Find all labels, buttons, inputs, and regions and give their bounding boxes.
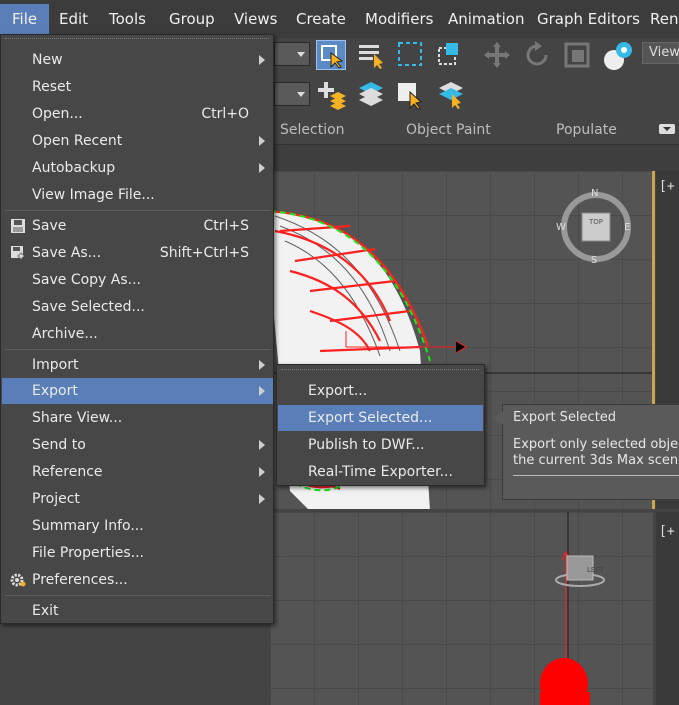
toggle-selection-tool[interactable]	[396, 80, 426, 110]
menu-item-save[interactable]: Save Ctrl+S	[2, 213, 273, 239]
tooltip-divider	[513, 475, 679, 476]
menu-item-autobackup[interactable]: Autobackup	[2, 155, 273, 181]
viewport-label[interactable]: [+	[659, 524, 675, 539]
menu-item-reference[interactable]: Reference	[2, 459, 273, 485]
tooltip: Export Selected Export only selected obj…	[493, 404, 679, 500]
save-icon	[11, 219, 25, 233]
select-object-tool[interactable]	[316, 40, 346, 70]
place-icon	[604, 42, 632, 70]
submenu-item-realtime-exporter[interactable]: Real-Time Exporter...	[278, 459, 483, 485]
menu-create[interactable]: Create	[296, 10, 346, 30]
menu-item-view-image-file[interactable]: View Image File...	[2, 182, 273, 208]
viewport-label[interactable]: [+	[659, 179, 675, 194]
menu-views[interactable]: Views	[234, 10, 277, 30]
menu-rendering[interactable]: Rend	[650, 10, 679, 30]
menu-item-file-properties[interactable]: File Properties...	[2, 540, 273, 566]
viewcube-west-label: W	[556, 222, 566, 233]
scene-explorer-tool[interactable]	[436, 80, 466, 110]
menu-separator	[5, 349, 271, 350]
place-tool[interactable]	[602, 40, 632, 70]
ribbon-toggle-button[interactable]	[659, 124, 675, 134]
window-crossing-icon	[438, 43, 458, 65]
save-as-icon	[11, 246, 25, 260]
viewcube-east-label: E	[624, 222, 631, 233]
submenu-item-export-selected[interactable]: Export Selected...	[278, 405, 483, 431]
menu-separator	[5, 595, 271, 596]
rotate-tool[interactable]	[522, 40, 552, 70]
select-arrow-icon	[321, 45, 344, 69]
menu-group[interactable]: Group	[169, 10, 215, 30]
view-label: View	[649, 45, 679, 60]
menu-animation[interactable]: Animation	[448, 10, 524, 30]
menu-item-new[interactable]: New	[2, 47, 273, 73]
menu-item-open-recent[interactable]: Open Recent	[2, 128, 273, 154]
menu-tearoff	[5, 38, 269, 41]
tab-populate[interactable]: Populate	[556, 122, 617, 138]
move-icon	[484, 42, 510, 68]
file-menu: New Reset Open... Ctrl+O Open Recent Auto…	[0, 34, 274, 624]
tooltip-body-line: the current 3ds Max scene.	[513, 453, 679, 468]
menu-item-save-copy-as[interactable]: Save Copy As...	[2, 267, 273, 293]
rotate-icon	[526, 41, 548, 66]
tooltip-title: Export Selected	[513, 410, 617, 425]
menu-item-share-view[interactable]: Share View...	[2, 405, 273, 431]
menu-item-open[interactable]: Open... Ctrl+O	[2, 101, 273, 127]
menu-modifiers[interactable]: Modifiers	[365, 10, 433, 30]
rect-select-icon	[398, 42, 422, 66]
main-toolbar: View	[270, 38, 679, 118]
create-selection-set-tool[interactable]	[316, 80, 346, 110]
menu-item-exit[interactable]: Exit	[2, 598, 273, 624]
viewcube-north-label: N	[591, 188, 599, 199]
viewcube-face-label: TOP	[589, 218, 604, 226]
menu-item-send-to[interactable]: Send to	[2, 432, 273, 458]
menu-item-save-selected[interactable]: Save Selected...	[2, 294, 273, 320]
plus-layers-icon	[318, 82, 346, 110]
ribbon-tabs: Selection Object Paint Populate	[270, 118, 679, 145]
rectangular-selection-tool[interactable]	[396, 40, 426, 70]
menu-item-summary-info[interactable]: Summary Info...	[2, 513, 273, 539]
viewport-right-bottom[interactable]: [+	[656, 512, 679, 705]
select-by-name-tool[interactable]	[356, 40, 386, 70]
scale-icon	[564, 42, 590, 68]
viewcube-left[interactable]	[555, 550, 615, 600]
wireframe-object-2	[540, 512, 590, 705]
menu-item-save-as[interactable]: Save As... Shift+Ctrl+S	[2, 240, 273, 266]
menu-edit[interactable]: Edit	[59, 10, 88, 30]
menu-separator	[5, 210, 271, 211]
export-submenu: Export... Export Selected... Publish to …	[276, 364, 485, 486]
reference-coordinate-dropdown[interactable]: View	[642, 42, 679, 64]
tooltip-body-line: Export only selected objects a	[513, 437, 679, 452]
menu-item-export[interactable]: Export	[2, 378, 273, 404]
selection-filter-dropdown[interactable]	[274, 42, 310, 66]
move-tool[interactable]	[482, 40, 512, 70]
submenu-item-export[interactable]: Export...	[278, 378, 483, 404]
gear-icon	[10, 573, 26, 587]
layers-icon	[359, 82, 383, 106]
submenu-item-publish-dwf[interactable]: Publish to DWF...	[278, 432, 483, 458]
ribbon-panel-strip	[270, 145, 679, 171]
tab-object-paint[interactable]: Object Paint	[406, 122, 491, 138]
viewport-perspective[interactable]: LEFT	[270, 512, 653, 705]
tab-selection[interactable]: Selection	[280, 122, 345, 138]
viewcube-left-face-label: LEFT	[587, 566, 604, 574]
menu-item-reset[interactable]: Reset	[2, 74, 273, 100]
square-arrow-icon	[398, 83, 423, 110]
menu-tools[interactable]: Tools	[109, 10, 146, 30]
menu-tearoff	[281, 369, 479, 371]
menu-file[interactable]: File	[0, 4, 50, 34]
layers-arrow-icon	[439, 82, 463, 109]
menu-item-import[interactable]: Import	[2, 352, 273, 378]
menu-item-preferences[interactable]: Preferences...	[2, 567, 273, 593]
menu-item-project[interactable]: Project	[2, 486, 273, 512]
layer-explorer-tool[interactable]	[356, 80, 386, 110]
scale-tool[interactable]	[562, 40, 592, 70]
tooltip-body: Export only selected objects a the curre…	[513, 437, 679, 469]
viewcube-south-label: S	[591, 255, 598, 266]
window-crossing-tool[interactable]	[436, 40, 466, 70]
named-selection-dropdown[interactable]	[274, 82, 310, 106]
list-icon	[359, 45, 383, 69]
menu-item-archive[interactable]: Archive...	[2, 321, 273, 347]
menu-graph-editors[interactable]: Graph Editors	[537, 10, 640, 30]
